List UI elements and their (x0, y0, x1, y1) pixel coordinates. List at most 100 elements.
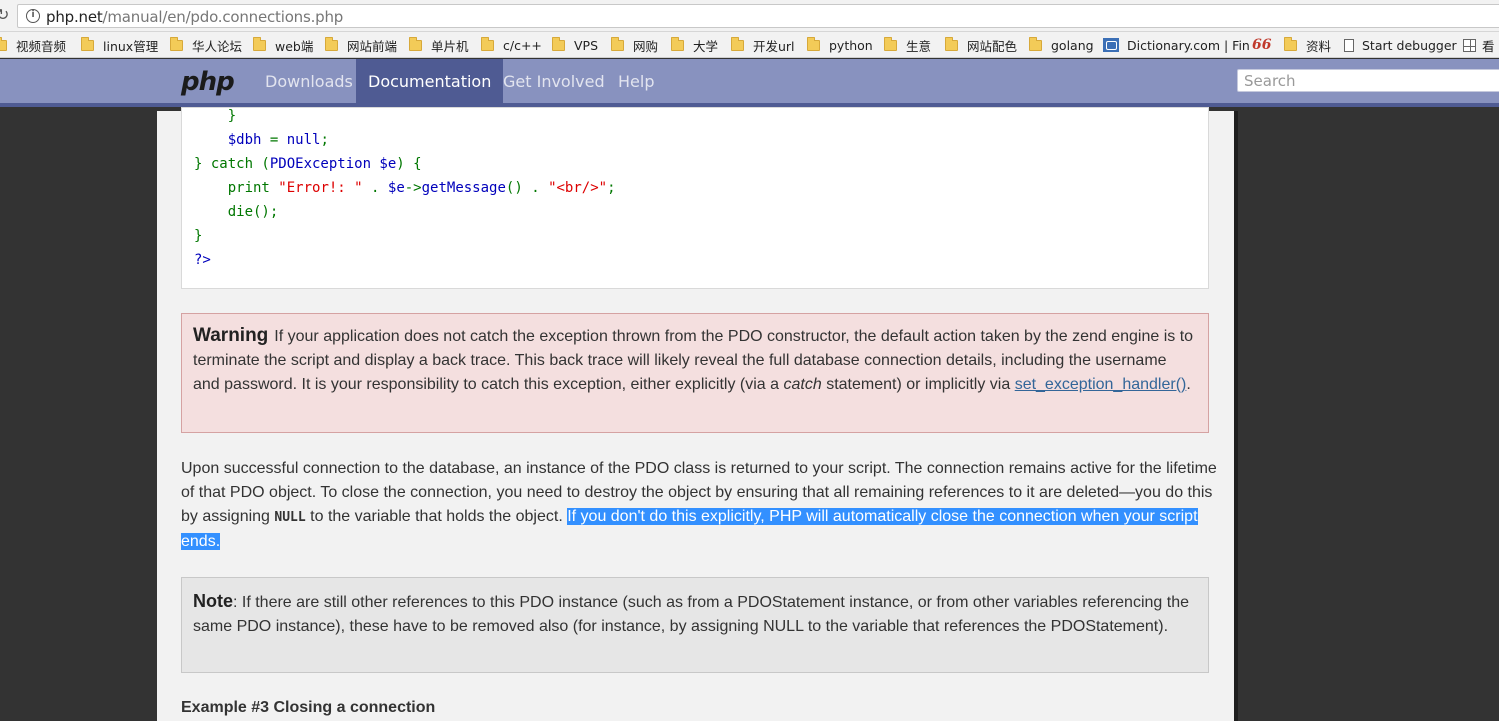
bookmark-item[interactable]: 视频音频 (0, 36, 66, 54)
paragraph-text: to the variable that holds the object. (305, 508, 568, 525)
bookmark-item[interactable]: linux管理 (81, 36, 158, 54)
code-line: } (194, 228, 203, 244)
bookmark-item[interactable]: 网站前端 (325, 36, 397, 54)
code-line: print "Error!: " . $e->getMessage() . "<… (194, 180, 616, 196)
bookmark-label: 开发url (753, 38, 795, 54)
note-box: Note: If there are still other reference… (181, 577, 1209, 673)
bookmark-item[interactable]: 网购 (611, 36, 658, 54)
folder-icon (807, 36, 820, 51)
note-text: : If there are still other references to… (193, 594, 1189, 635)
bookmark-item[interactable]: 大学 (671, 36, 718, 54)
folder-icon (253, 36, 266, 51)
page-icon (1344, 38, 1354, 52)
bookmark-item[interactable]: Dictionary.com | Fin (1103, 36, 1250, 54)
code-line: ?> (194, 252, 211, 268)
bookmark-label: golang (1051, 37, 1094, 53)
code-line: die(); (194, 204, 279, 220)
bookmark-label: web端 (275, 38, 314, 54)
folder-icon (325, 36, 338, 51)
code-token: getMessage (421, 180, 506, 196)
bookmark-item[interactable]: VPS (552, 36, 598, 54)
bookmarks-bar: 视频音频 linux管理 华人论坛 web端 网站前端 单片机 c/c++ VP… (0, 32, 1499, 58)
bookmark-label: Start debugger (1362, 37, 1457, 53)
bookmark-item[interactable]: 看 (1463, 36, 1495, 54)
code-token: null (286, 132, 321, 148)
bookmark-item[interactable]: 单片机 (409, 36, 469, 54)
bookmark-label: 单片机 (431, 38, 469, 54)
note-title: Note (193, 591, 233, 611)
folder-icon (552, 36, 565, 51)
bookmark-label: Dictionary.com | Fin (1127, 37, 1250, 53)
grid-icon (1463, 38, 1476, 52)
code-line: } (194, 108, 237, 124)
folder-icon (884, 36, 897, 51)
bookmark-item[interactable]: 华人论坛 (170, 36, 242, 54)
bookmark-label: linux管理 (103, 38, 159, 54)
bookmark-label: VPS (574, 37, 599, 53)
folder-icon (945, 36, 958, 51)
folder-icon (409, 36, 422, 51)
bookmark-label: 视频音频 (16, 38, 67, 54)
bookmark-label: 华人论坛 (192, 38, 243, 54)
folder-icon (1284, 36, 1297, 51)
bookmark-label: 看 (1482, 38, 1495, 54)
body-paragraph: Upon successful connection to the databa… (181, 457, 1221, 554)
folder-icon (731, 36, 744, 51)
php-logo[interactable]: php (181, 67, 235, 97)
url-host: php.net (46, 8, 103, 26)
folder-icon (1029, 36, 1042, 51)
bookmark-item[interactable]: c/c++ (481, 36, 542, 54)
folder-icon (481, 36, 494, 51)
bookmark-item[interactable]: web端 (253, 36, 313, 54)
nav-get-involved[interactable]: Get Involved (491, 59, 617, 107)
folder-icon (611, 36, 624, 51)
bookmark-label: 网站前端 (347, 38, 398, 54)
example-title: Example #3 Closing a connection (181, 699, 436, 716)
page-divider (1234, 111, 1238, 721)
code-token: "Error!: " (278, 180, 363, 196)
warning-text: . (1186, 376, 1191, 393)
url-text: php.net/manual/en/pdo.connections.php (46, 8, 343, 26)
bookmark-label: 网购 (633, 38, 659, 54)
null-literal: NULL (274, 510, 306, 525)
nav-help[interactable]: Help (606, 59, 666, 107)
bookmark-label: 资料 (1306, 38, 1332, 54)
search-input[interactable]: Search (1237, 69, 1499, 92)
folder-icon (671, 36, 684, 51)
manual-content: } $dbh = null; } catch (PDOException $e)… (157, 107, 1234, 721)
folder-icon (170, 36, 183, 51)
warning-box: Warning If your application does not catc… (181, 313, 1209, 433)
folder-icon (81, 36, 94, 51)
reload-icon[interactable]: ↻ (0, 5, 9, 24)
bookmark-item[interactable]: python (807, 36, 873, 54)
info-icon[interactable]: i (26, 9, 40, 23)
url-path: /manual/en/pdo.connections.php (102, 8, 344, 26)
bookmark-label: c/c++ (503, 37, 542, 53)
url-input[interactable]: i php.net/manual/en/pdo.connections.php (17, 4, 1499, 28)
warning-text: statement) or implicitly via (821, 376, 1015, 393)
66-icon: 66 (1252, 37, 1272, 53)
code-line: $dbh = null; (194, 132, 329, 148)
bookmark-label: 生意 (906, 38, 932, 54)
set-exception-handler-link[interactable]: set_exception_handler() (1015, 376, 1187, 393)
bookmark-item[interactable]: golang (1029, 36, 1094, 54)
code-token: $dbh (227, 132, 262, 148)
dictionary-icon (1103, 38, 1119, 52)
bookmark-item[interactable]: 网站配色 (945, 36, 1017, 54)
code-token: "<br/>" (548, 180, 608, 196)
warning-title: Warning (193, 325, 269, 346)
bookmark-label: 大学 (693, 38, 719, 54)
folder-icon (0, 36, 7, 51)
code-token: PDOException $e (269, 156, 397, 172)
bookmark-item[interactable]: 66 (1252, 36, 1281, 54)
bookmark-item[interactable]: 资料 (1284, 36, 1331, 54)
code-example: } $dbh = null; } catch (PDOException $e)… (181, 107, 1209, 289)
nav-downloads[interactable]: Downloads (253, 59, 365, 107)
code-token: $e (387, 180, 405, 196)
bookmark-item[interactable]: Start debugger (1344, 36, 1457, 54)
bookmark-item[interactable]: 生意 (884, 36, 931, 54)
site-header: php Downloads Documentation Get Involved… (0, 59, 1499, 107)
nav-documentation[interactable]: Documentation (356, 59, 504, 107)
bookmark-item[interactable]: 开发url (731, 36, 795, 54)
